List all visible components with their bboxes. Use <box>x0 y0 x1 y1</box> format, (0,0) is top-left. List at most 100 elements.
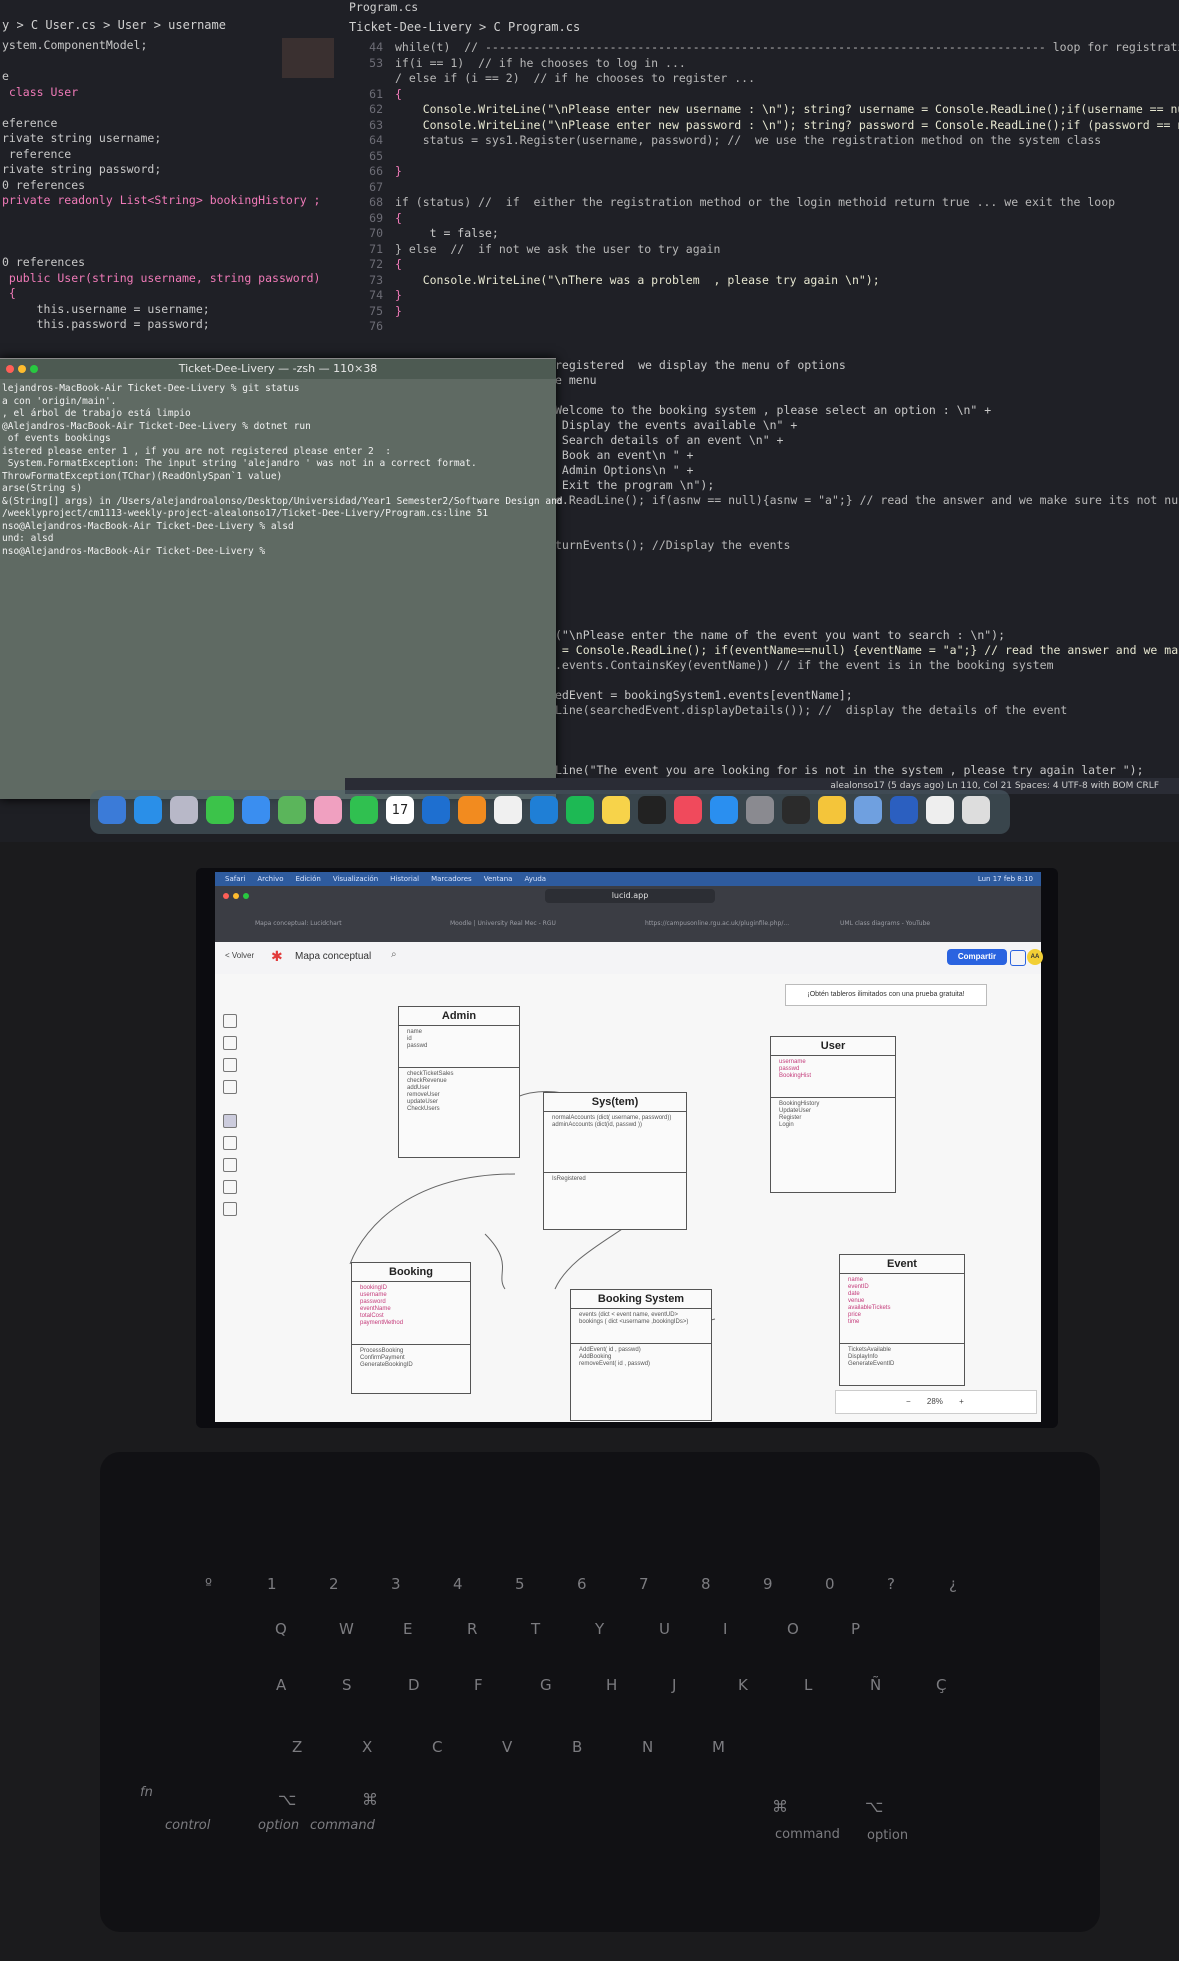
lucid-logo-icon[interactable]: ✱ <box>271 948 283 965</box>
key-b[interactable]: B <box>572 1738 582 1756</box>
diagram-canvas[interactable]: ¡Obtén tableros ilimitados con una prueb… <box>215 974 1041 1422</box>
uml-class-booking-system[interactable]: Booking System events (dict < event name,… <box>570 1289 712 1421</box>
menu-items[interactable]: Safari Archivo Edición Visualización Histori… <box>225 872 558 886</box>
key-k[interactable]: K <box>738 1676 748 1694</box>
menu-item[interactable]: Visualización <box>333 875 378 883</box>
key-ç[interactable]: Ç <box>936 1676 946 1694</box>
key-i[interactable]: I <box>723 1620 727 1638</box>
link-icon[interactable] <box>1010 950 1026 966</box>
menu-item[interactable]: Marcadores <box>431 875 472 883</box>
key-command[interactable]: command <box>310 1818 375 1833</box>
tab-program-cs[interactable]: Program.cs <box>349 0 418 16</box>
key-control[interactable]: control <box>165 1818 210 1833</box>
key-option-right[interactable]: option <box>867 1828 908 1843</box>
key-r[interactable]: R <box>467 1620 477 1638</box>
pages-icon[interactable] <box>458 796 486 824</box>
menu-item[interactable]: Ayuda <box>524 875 546 883</box>
share-button[interactable]: Compartir <box>947 949 1007 965</box>
key-g[interactable]: G <box>540 1676 552 1694</box>
chatgpt-icon[interactable] <box>926 796 954 824</box>
key-v[interactable]: V <box>502 1738 512 1756</box>
minimap[interactable] <box>282 38 334 78</box>
key-n[interactable]: N <box>642 1738 653 1756</box>
browser-tab[interactable]: UML class diagrams - YouTube <box>840 920 1020 927</box>
key-option[interactable]: option <box>258 1818 299 1833</box>
safari-icon[interactable] <box>134 796 162 824</box>
terminal-window[interactable]: Ticket-Dee-Livery — -zsh — 110×38 lejand… <box>0 358 563 799</box>
music-icon[interactable] <box>674 796 702 824</box>
spotify-icon[interactable] <box>566 796 594 824</box>
zoom-button[interactable] <box>30 365 38 373</box>
key-w[interactable]: W <box>339 1620 354 1638</box>
key-c[interactable]: C <box>432 1738 442 1756</box>
browser-tab[interactable]: Mapa conceptual: Lucidchart <box>255 920 435 927</box>
tab-strip[interactable]: Mapa conceptual: Lucidchart Moodle | Univ… <box>255 920 1035 934</box>
key-ñ[interactable]: Ñ <box>870 1676 881 1694</box>
zoom-level[interactable]: 28% <box>927 1397 943 1406</box>
uml-class-booking[interactable]: Booking bookingID username password eventNam… <box>351 1262 471 1394</box>
key-6[interactable]: 6 <box>577 1575 587 1593</box>
messages-icon[interactable] <box>206 796 234 824</box>
key-m[interactable]: M <box>712 1738 725 1756</box>
menu-item[interactable]: Historial <box>390 875 419 883</box>
key-4[interactable]: 4 <box>453 1575 463 1593</box>
zoom-out-button[interactable]: − <box>906 1397 911 1406</box>
key-s[interactable]: S <box>342 1676 352 1694</box>
key-e[interactable]: E <box>403 1620 412 1638</box>
key-2[interactable]: 2 <box>329 1575 339 1593</box>
key-3[interactable]: 3 <box>391 1575 401 1593</box>
key-9[interactable]: 9 <box>763 1575 773 1593</box>
lucid-toolbar[interactable]: < Volver ✱ Mapa conceptual ⌕ Compartir A… <box>215 942 1043 975</box>
uml-class-user[interactable]: User username passwd BookingHist BookingHist… <box>770 1036 896 1193</box>
key-command-right[interactable]: command <box>775 1827 840 1842</box>
facetime-icon[interactable] <box>350 796 378 824</box>
settings-icon[interactable] <box>746 796 774 824</box>
minimize-button[interactable] <box>18 365 26 373</box>
menu-clock[interactable]: Lun 17 feb 8:10 <box>978 872 1033 886</box>
calendar-icon[interactable]: 17 <box>386 796 414 824</box>
trash-icon[interactable] <box>962 796 990 824</box>
finder-icon[interactable] <box>98 796 126 824</box>
close-button[interactable] <box>223 893 229 899</box>
vscode-editor-user-cs[interactable]: y > C User.cs > User > username ystem.Co… <box>0 0 345 360</box>
key-a[interactable]: A <box>276 1676 286 1694</box>
browser-tab[interactable]: https://campusonline.rgu.ac.uk/pluginfil… <box>645 920 825 927</box>
search-icon[interactable]: ⌕ <box>391 949 397 960</box>
back-button[interactable]: < Volver <box>225 951 254 960</box>
zoom-in-button[interactable]: + <box>959 1397 964 1406</box>
key-l[interactable]: L <box>804 1676 812 1694</box>
uml-class-admin[interactable]: Admin name id passwd checkTicketSales checkRe… <box>398 1006 520 1158</box>
outlook-icon[interactable] <box>422 796 450 824</box>
reminders-icon[interactable] <box>494 796 522 824</box>
launchpad-icon[interactable] <box>170 796 198 824</box>
key-5[interactable]: 5 <box>515 1575 525 1593</box>
keynote-icon[interactable] <box>818 796 846 824</box>
key-y[interactable]: Y <box>595 1620 604 1638</box>
close-button[interactable] <box>6 365 14 373</box>
breadcrumb[interactable]: y > C User.cs > User > username <box>2 18 226 34</box>
appletv-icon[interactable] <box>638 796 666 824</box>
maps-icon[interactable] <box>278 796 306 824</box>
avatar[interactable]: AA <box>1027 949 1043 965</box>
terminal-output[interactable]: lejandros-MacBook-Air Ticket-Dee-Livery … <box>2 383 563 558</box>
breadcrumb[interactable]: Ticket-Dee-Livery > C Program.cs <box>349 20 580 36</box>
photos-icon[interactable] <box>314 796 342 824</box>
key-q[interactable]: Q <box>275 1620 287 1638</box>
menu-item[interactable]: Safari <box>225 875 245 883</box>
key-0[interactable]: 0 <box>825 1575 835 1593</box>
preview-icon[interactable] <box>854 796 882 824</box>
notes-icon[interactable] <box>602 796 630 824</box>
address-bar[interactable]: lucid.app <box>545 889 715 903</box>
macos-dock[interactable]: 17 <box>90 790 1010 834</box>
menu-item[interactable]: Edición <box>295 875 320 883</box>
safari-window-chrome[interactable]: lucid.app Mapa conceptual: Lucidchart Moo… <box>215 886 1041 942</box>
key-h[interactable]: H <box>606 1676 617 1694</box>
uml-class-event[interactable]: Event name eventID date venue availableTicket… <box>839 1254 965 1386</box>
vscode-icon[interactable] <box>530 796 558 824</box>
key-p[interactable]: P <box>851 1620 860 1638</box>
key-fn[interactable]: fn <box>140 1785 153 1800</box>
menu-item[interactable]: Ventana <box>484 875 513 883</box>
minimize-button[interactable] <box>233 893 239 899</box>
key-d[interactable]: D <box>408 1676 420 1694</box>
zoom-controls[interactable]: − 28% + <box>835 1390 1037 1414</box>
